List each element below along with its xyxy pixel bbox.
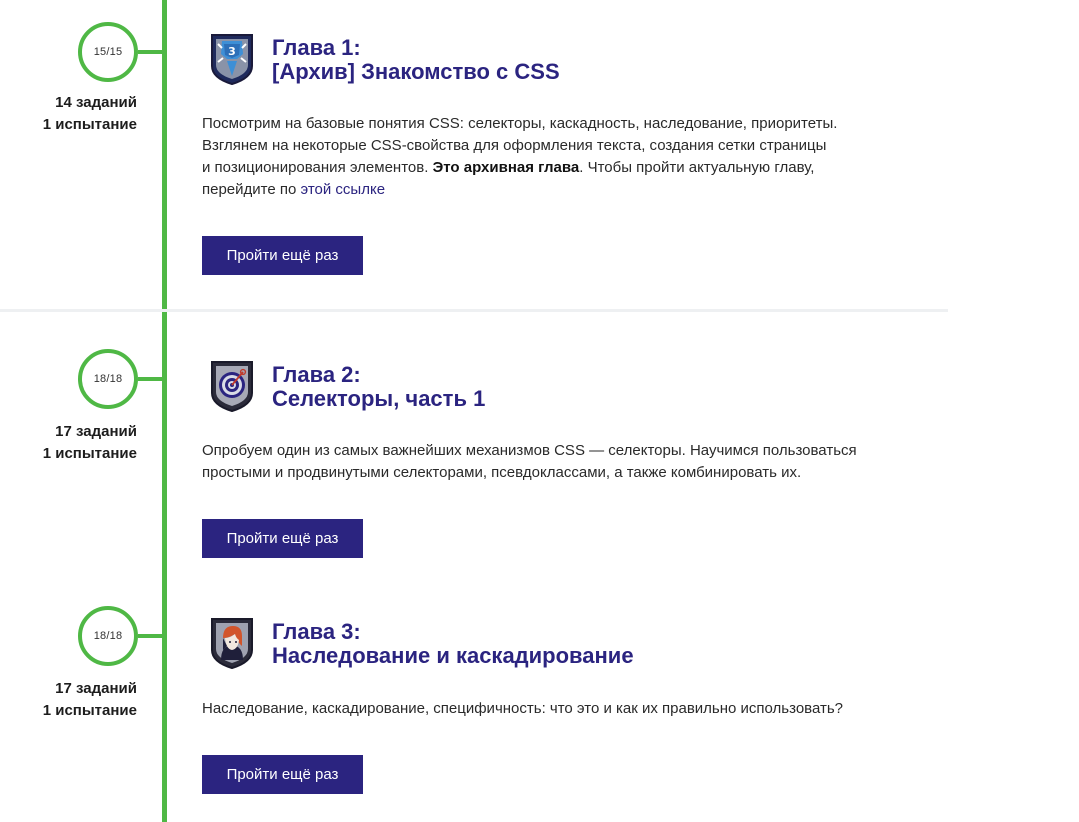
description-text: Посмотрим на базовые понятия CSS: селект… <box>202 115 838 132</box>
target-shield-icon <box>211 361 253 413</box>
chapter-description: Посмотрим на базовые понятия CSS: селект… <box>202 113 922 201</box>
progress-label: 18/18 <box>93 373 123 385</box>
retry-button[interactable]: Пройти ещё раз <box>202 236 363 275</box>
chapter-list-page: 15/15 14 заданий 1 испытание 3 Глава 1: … <box>0 0 1079 822</box>
css3-shield-icon: 3 <box>211 34 253 86</box>
timeline-line <box>162 0 167 822</box>
chapter-name: Селекторы, часть 1 <box>272 386 486 411</box>
chapter-number: Глава 2: <box>272 362 361 387</box>
chapter-description: Опробуем один из самых важнейших механиз… <box>202 440 922 484</box>
retry-button[interactable]: Пройти ещё раз <box>202 755 363 794</box>
progress-label: 15/15 <box>93 46 123 58</box>
tasks-count: 14 заданий <box>55 94 137 111</box>
chapter-name: Наследование и каскадирование <box>272 643 634 668</box>
description-text: . Чтобы пройти актуальную главу, <box>579 159 815 176</box>
current-chapter-link[interactable]: этой ссылке <box>301 181 386 198</box>
archive-notice: Это архивная глава <box>432 159 580 176</box>
description-text: перейдите по <box>202 181 297 198</box>
trials-count: 1 испытание <box>42 445 137 462</box>
timeline-connector <box>138 50 165 54</box>
chapter-name: [Архив] Знакомство с CSS <box>272 59 560 84</box>
portrait-shield-icon <box>211 618 253 670</box>
description-text: Опробуем один из самых важнейших механиз… <box>202 442 857 459</box>
description-text: простыми и продвинутыми селекторами, псе… <box>202 464 802 481</box>
tasks-count: 17 заданий <box>55 680 137 697</box>
description-text: Наследование, каскадирование, специфично… <box>202 700 844 717</box>
chapter-description: Наследование, каскадирование, специфично… <box>202 698 922 720</box>
chapter-number: Глава 1: <box>272 35 361 60</box>
chapter-title: Глава 2: Селекторы, часть 1 <box>272 363 485 411</box>
chapter-title: Глава 3: Наследование и каскадирование <box>272 620 634 668</box>
progress-ring: 18/18 <box>78 349 138 409</box>
retry-button[interactable]: Пройти ещё раз <box>202 519 363 558</box>
chapter-stats: 17 заданий 1 испытание <box>0 678 137 722</box>
progress-ring: 15/15 <box>78 22 138 82</box>
chapter-stats: 14 заданий 1 испытание <box>0 92 137 136</box>
svg-text:3: 3 <box>228 45 236 58</box>
chapter-title: Глава 1: [Архив] Знакомство с CSS <box>272 36 560 84</box>
progress-ring: 18/18 <box>78 606 138 666</box>
progress-label: 18/18 <box>93 630 123 642</box>
chapter-stats: 17 заданий 1 испытание <box>0 421 137 465</box>
timeline-connector <box>138 634 165 638</box>
trials-count: 1 испытание <box>42 116 137 133</box>
section-divider <box>0 309 948 312</box>
description-text: Взглянем на некоторые CSS-свойства для о… <box>202 137 827 154</box>
chapter-number: Глава 3: <box>272 619 361 644</box>
timeline-connector <box>138 377 165 381</box>
trials-count: 1 испытание <box>42 702 137 719</box>
tasks-count: 17 заданий <box>55 423 137 440</box>
description-text: и позиционирования элементов. <box>202 159 429 176</box>
